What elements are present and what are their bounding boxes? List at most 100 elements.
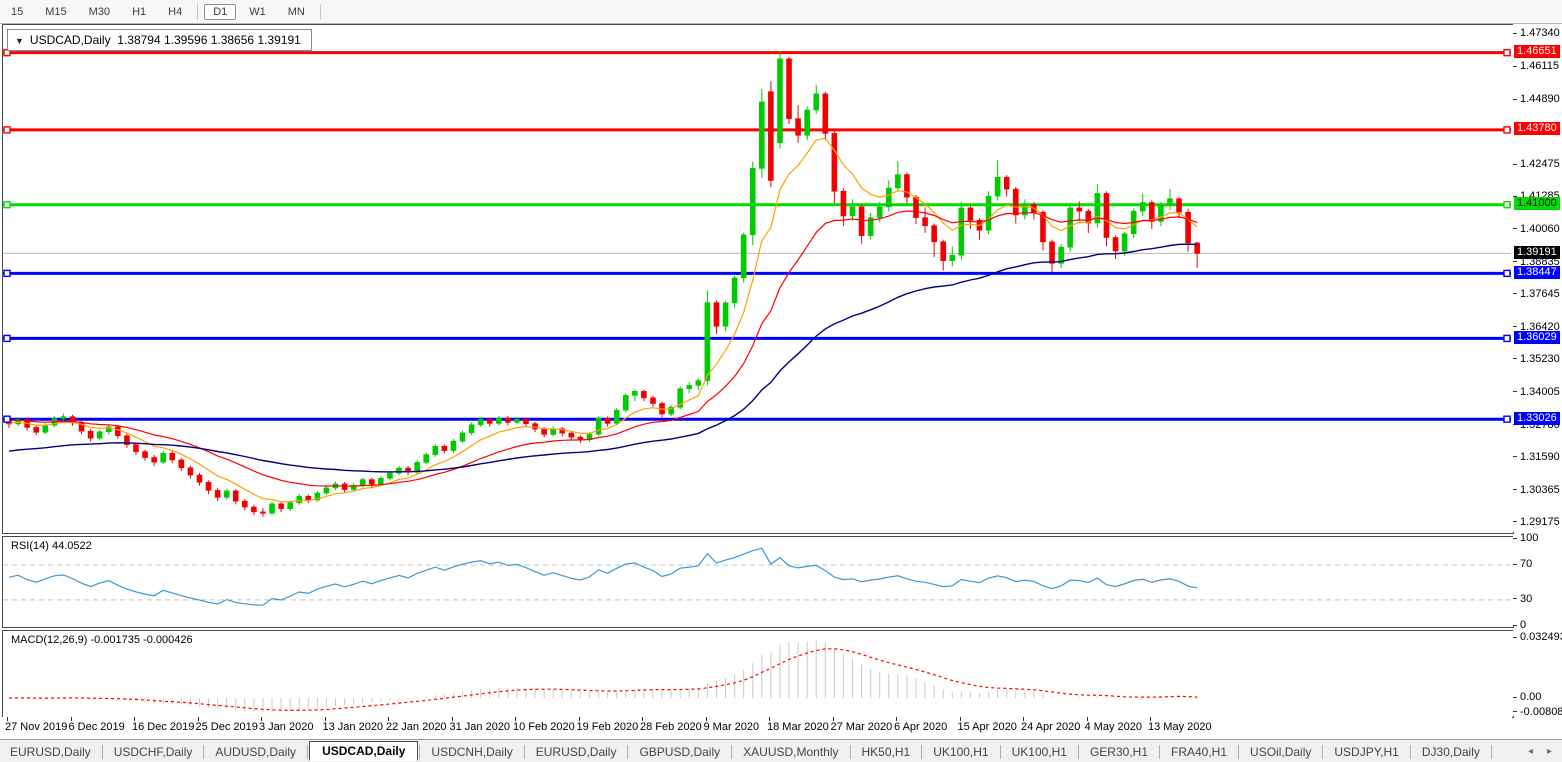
- level-handle[interactable]: [1504, 50, 1510, 56]
- timeframe-button-m30[interactable]: M30: [80, 4, 119, 20]
- axis-tick-mark: [1513, 391, 1517, 392]
- trading-platform-window: 15M15 M30H1H4 D1W1MN ▼USDCAD,Daily 1.38794…: [0, 0, 1562, 762]
- symbol-tab-eurusd-daily[interactable]: EURUSD,Daily: [526, 743, 627, 761]
- axis-tick-mark: [1513, 538, 1517, 539]
- rsi-axis[interactable]: 10070300: [1513, 536, 1562, 626]
- date-axis[interactable]: 27 Nov 20196 Dec 201916 Dec 201925 Dec 2…: [2, 717, 1512, 738]
- macd-axis[interactable]: 0.0324930.00-0.008086: [1513, 630, 1562, 716]
- symbol-tab-usdchf-daily[interactable]: USDCHF,Daily: [104, 743, 203, 761]
- axis-tick-mark: [1513, 358, 1517, 359]
- horizontal-level-lines[interactable]: [3, 53, 1511, 420]
- date-label: 22 Jan 2020: [386, 721, 447, 733]
- level-handle[interactable]: [1504, 416, 1510, 422]
- date-label: 4 May 2020: [1085, 721, 1142, 733]
- timeframe-button-m15[interactable]: M15: [36, 4, 75, 20]
- toolbar-separator: [320, 4, 321, 20]
- level-handle[interactable]: [4, 270, 10, 276]
- date-label: 31 Jan 2020: [450, 721, 511, 733]
- date-label: 27 Nov 2019: [5, 721, 67, 733]
- symbol-tab-usdcad-daily[interactable]: USDCAD,Daily: [309, 741, 418, 761]
- axis-tick-mark: [1513, 489, 1517, 490]
- tab-separator: [419, 745, 420, 759]
- tab-separator: [1238, 745, 1239, 759]
- symbol-tab-audusd-daily[interactable]: AUDUSD,Daily: [205, 743, 306, 761]
- timeframe-toolbar: 15M15 M30H1H4 D1W1MN: [0, 0, 1562, 24]
- date-label: 13 Jan 2020: [323, 721, 384, 733]
- tab-separator: [627, 745, 628, 759]
- level-handle[interactable]: [4, 202, 10, 208]
- date-label: 16 Dec 2019: [132, 721, 194, 733]
- timeframe-button-h4[interactable]: H4: [159, 4, 191, 20]
- tab-scroll-arrows: ◂▸: [1528, 746, 1552, 757]
- level-handle[interactable]: [1504, 335, 1510, 341]
- rsi-line: [9, 548, 1197, 605]
- moving-average-21: [9, 211, 1197, 486]
- axis-tick-mark: [1513, 598, 1517, 599]
- collapse-chart-icon[interactable]: ▼: [15, 36, 24, 46]
- chart-title-box[interactable]: ▼USDCAD,Daily 1.38794 1.39596 1.38656 1.…: [7, 29, 312, 51]
- tab-separator: [203, 745, 204, 759]
- timeframe-button-15[interactable]: 15: [2, 4, 32, 20]
- date-label: 6 Dec 2019: [69, 721, 125, 733]
- price-axis[interactable]: 1.473401.461151.448901.424751.412851.400…: [1513, 24, 1562, 532]
- rsi-indicator-panel[interactable]: RSI(14) 44.0522: [2, 536, 1514, 628]
- symbol-tab-eurusd-daily[interactable]: EURUSD,Daily: [0, 743, 101, 761]
- axis-tick-mark: [1513, 456, 1517, 457]
- timeframe-button-mn[interactable]: MN: [279, 4, 314, 20]
- axis-tick-mark: [1513, 164, 1517, 165]
- axis-tick-mark: [1513, 564, 1517, 565]
- symbol-tab-uk100-h1[interactable]: UK100,H1: [1002, 743, 1077, 761]
- axis-tick-mark: [1513, 326, 1517, 327]
- tab-separator: [524, 745, 525, 759]
- level-handle[interactable]: [4, 127, 10, 133]
- moving-average-55: [9, 244, 1197, 472]
- tab-separator: [1491, 745, 1492, 759]
- level-price-label: 1.33026: [1514, 412, 1560, 425]
- symbol-tab-usdcnh-daily[interactable]: USDCNH,Daily: [421, 743, 522, 761]
- axis-tick-label: 30: [1520, 593, 1532, 605]
- symbol-tab-dj30-daily[interactable]: DJ30,Daily: [1412, 743, 1490, 761]
- level-handle[interactable]: [1504, 202, 1510, 208]
- symbol-tab-fra40-h1[interactable]: FRA40,H1: [1161, 743, 1237, 761]
- date-label: 24 Apr 2020: [1021, 721, 1080, 733]
- tab-separator: [1322, 745, 1323, 759]
- axis-tick-label: 1.35230: [1520, 353, 1560, 365]
- candlestick-chart[interactable]: [3, 25, 1511, 531]
- tab-separator: [1078, 745, 1079, 759]
- axis-tick-mark: [1513, 711, 1517, 712]
- axis-tick-label: 1.42475: [1520, 158, 1560, 170]
- timeframe-button-d1[interactable]: D1: [204, 4, 236, 20]
- level-handle[interactable]: [4, 335, 10, 341]
- level-handle[interactable]: [1504, 270, 1510, 276]
- symbol-tab-uk100-h1[interactable]: UK100,H1: [923, 743, 998, 761]
- symbol-tab-gbpusd-daily[interactable]: GBPUSD,Daily: [629, 743, 730, 761]
- price-chart-panel[interactable]: ▼USDCAD,Daily 1.38794 1.39596 1.38656 1.…: [2, 24, 1514, 534]
- tab-separator: [850, 745, 851, 759]
- date-label: 6 Apr 2020: [894, 721, 947, 733]
- axis-tick-mark: [1513, 293, 1517, 294]
- axis-tick-mark: [1513, 697, 1517, 698]
- tab-scroll-left-icon[interactable]: ◂: [1528, 746, 1533, 757]
- level-handle[interactable]: [1504, 127, 1510, 133]
- symbol-tab-ger30-h1[interactable]: GER30,H1: [1080, 743, 1158, 761]
- date-label: 15 Apr 2020: [958, 721, 1017, 733]
- level-price-label: 1.36029: [1514, 331, 1560, 344]
- timeframe-button-h1[interactable]: H1: [123, 4, 155, 20]
- timeframe-button-w1[interactable]: W1: [240, 4, 275, 20]
- axis-tick-mark: [1513, 228, 1517, 229]
- symbol-tab-usoil-daily[interactable]: USOil,Daily: [1240, 743, 1321, 761]
- tab-separator: [921, 745, 922, 759]
- date-label: 10 Feb 2020: [513, 721, 575, 733]
- axis-tick-mark: [1513, 66, 1517, 67]
- level-handle[interactable]: [4, 416, 10, 422]
- axis-tick-label: 1.44890: [1520, 93, 1560, 105]
- macd-indicator-panel[interactable]: MACD(12,26,9) -0.001735 -0.000426: [2, 630, 1514, 718]
- axis-tick-label: 1.30365: [1520, 484, 1560, 496]
- level-price-label: 1.41000: [1514, 197, 1560, 210]
- tab-scroll-right-icon[interactable]: ▸: [1547, 746, 1552, 757]
- symbol-tab-xauusd-monthly[interactable]: XAUUSD,Monthly: [733, 743, 848, 761]
- axis-tick-label: 1.40060: [1520, 223, 1560, 235]
- symbol-tab-hk50-h1[interactable]: HK50,H1: [852, 743, 921, 761]
- axis-tick-mark: [1513, 521, 1517, 522]
- symbol-tab-usdjpy-h1[interactable]: USDJPY,H1: [1324, 743, 1408, 761]
